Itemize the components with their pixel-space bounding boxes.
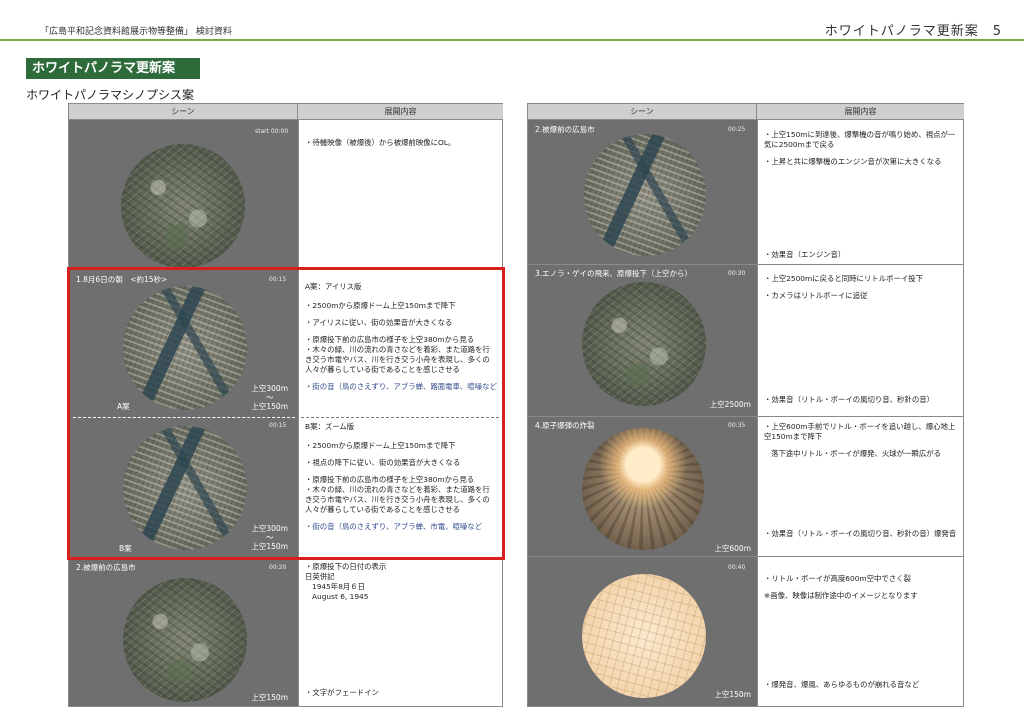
right-row-divider-3 — [528, 556, 963, 557]
left-row3-altitude: 上空150m — [251, 693, 288, 702]
right-row2-content: ・上空2500mに戻ると同時にリトルボーイ投下 ・カメラはリトルボーイに追従 — [764, 274, 958, 308]
right-row2-item-1: ・上空2500mに戻ると同時にリトルボーイ投下 — [764, 274, 924, 283]
left-row3-content: ・原爆投下の日付の表示 日英併記 1945年8月６日 August 6, 194… — [305, 562, 497, 602]
right-row1-sound: ・効果音（エンジン音） — [764, 250, 846, 259]
header-rule — [0, 39, 1024, 41]
left-row1-item: ・待機映像（被爆後）から被爆前映像にOL。 — [305, 138, 456, 147]
left-scene-header: シーン — [69, 104, 298, 120]
right-row4-note: ※画像、映像は制作途中のイメージとなります — [764, 591, 918, 600]
right-row1-aerial-image — [584, 134, 706, 256]
right-row4-content: ・リトル・ボーイが高度600m空中でさく裂 ※画像、映像は制作途中のイメージとな… — [764, 574, 958, 608]
left-row3-line-3: 1945年8月６日 — [312, 582, 366, 591]
left-row3-line-2: 日英併記 — [305, 572, 335, 581]
right-row2-time: 00:30 — [728, 270, 746, 277]
right-row3-time: 00:35 — [728, 422, 746, 429]
right-synopsis-table: シーン 展開内容 2.被爆前の広島市 00:25 ・上空150mに到達後、爆撃機… — [527, 103, 964, 707]
right-row3-item-2: 落下途中リトル・ボーイが爆発、火球が一瞬広がる — [771, 449, 941, 458]
right-row-divider-1 — [528, 264, 963, 265]
right-row-divider-2 — [528, 416, 963, 417]
right-row1-title: 2.被爆前の広島市 — [535, 125, 595, 134]
page-subtitle: ホワイトパノラマシノプシス案 — [26, 88, 195, 102]
document-header-right: ホワイトパノラマ更新案 5 — [824, 24, 1002, 39]
right-row3-item-1: ・上空600m手前でリトル・ボーイを追い越し、爆心地上空150mまで降下 — [764, 422, 956, 441]
left-row3-line-4: August 6, 1945 — [312, 592, 369, 601]
right-row3-content: ・上空600m手前でリトル・ボーイを追い越し、爆心地上空150mまで降下 落下途… — [764, 422, 958, 466]
left-content-header: 展開内容 — [298, 104, 503, 120]
left-row3-time: 00:20 — [269, 564, 287, 571]
right-row4-item-1: ・リトル・ボーイが高度600m空中でさく裂 — [764, 574, 911, 583]
right-row2-item-2: ・カメラはリトルボーイに追従 — [764, 291, 868, 300]
right-row1-item-2: ・上昇と共に爆撃機のエンジン音が次第に大きくなる — [764, 157, 942, 166]
right-row2-altitude: 上空2500m — [709, 400, 751, 409]
right-row2-sound: ・効果音（リトル・ボーイの風切り音、秒針の音） — [764, 395, 934, 404]
highlight-frame — [67, 267, 505, 560]
left-row1-aerial-image — [121, 144, 245, 268]
left-row3-line-1: ・原爆投下の日付の表示 — [305, 562, 387, 571]
right-row1-time: 00:25 — [728, 126, 746, 133]
right-row3-explosion-image — [582, 428, 704, 550]
right-row3-altitude: 上空600m — [714, 544, 751, 553]
left-row1-content: ・待機映像（被爆後）から被爆前映像にOL。 — [305, 138, 497, 155]
right-column-divider — [757, 120, 758, 706]
right-row3-title: 4.原子爆弾の炸裂 — [535, 421, 595, 430]
right-row1-content: ・上空150mに到達後、爆撃機の音が鳴り始め、視点が一気に2500mまで戻る ・… — [764, 130, 958, 174]
right-row2-aerial-image — [582, 282, 706, 406]
right-row4-time: 00:40 — [728, 564, 746, 571]
right-row2-title: 3.エノラ・ゲイの飛来、原爆投下（上空から） — [535, 269, 693, 278]
left-row3-aerial-image — [123, 578, 247, 702]
left-row1-time: start 00:00 — [255, 128, 289, 135]
left-row3-title: 2.被爆前の広島市 — [76, 563, 136, 572]
right-row3-sound: ・効果音（リトル・ボーイの風切り音、秒針の音）爆発音 — [764, 529, 957, 538]
left-row3-bottom: ・文字がフェードイン — [305, 688, 379, 697]
right-content-header: 展開内容 — [757, 104, 964, 120]
right-row1-item-1: ・上空150mに到達後、爆撃機の音が鳴り始め、視点が一気に2500mまで戻る — [764, 130, 956, 149]
right-scene-header: シーン — [528, 104, 757, 120]
right-row4-white-panorama-image — [582, 574, 706, 698]
right-row4-sound: ・爆発音、爆風、あらゆるものが崩れる音など — [764, 680, 920, 689]
page-title: ホワイトパノラマ更新案 — [26, 58, 200, 79]
right-row4-altitude: 上空150m — [714, 690, 751, 699]
document-header-left: 「広島平和記念資料館展示物等整備」 検討資料 — [40, 27, 232, 37]
